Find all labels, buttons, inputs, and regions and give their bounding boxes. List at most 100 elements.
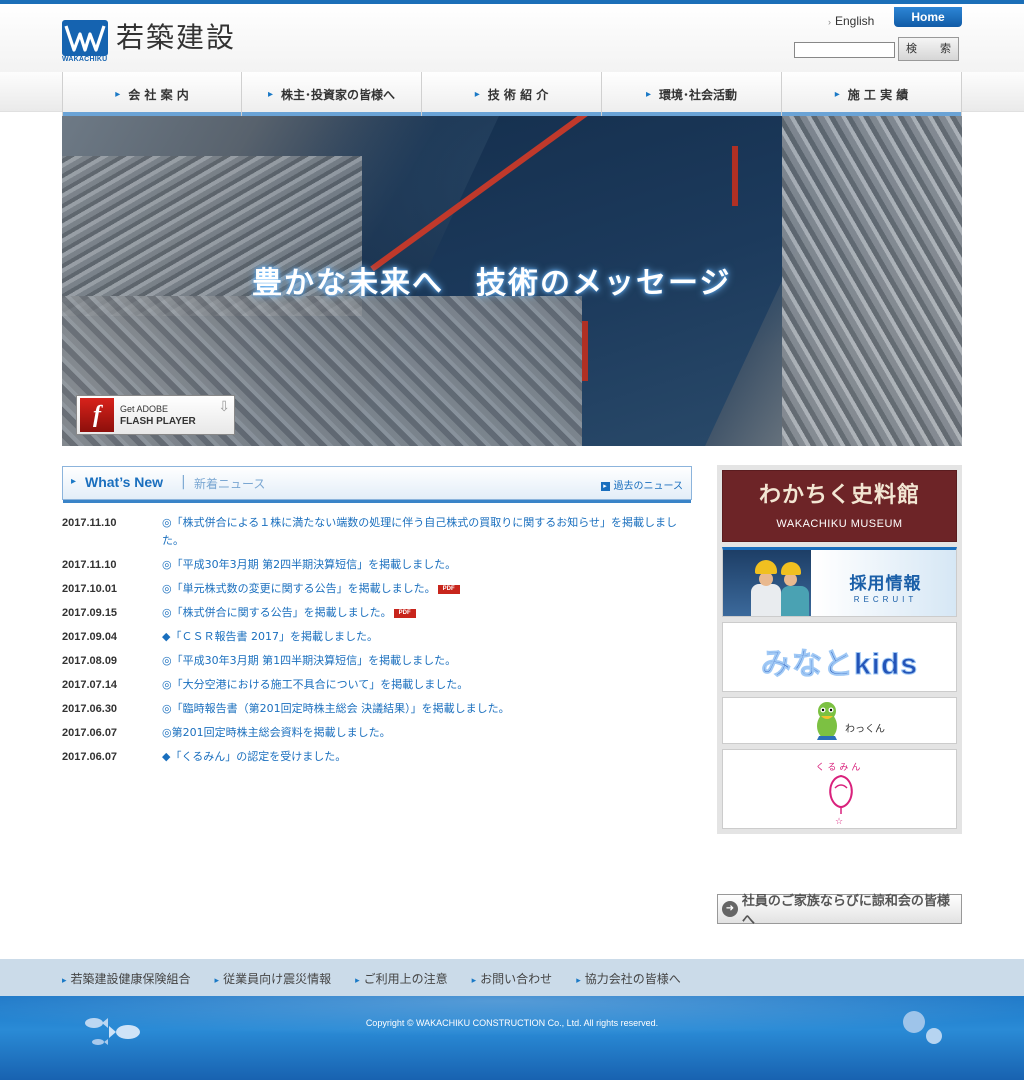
news-item: 2017.06.07 ◆「くるみん」の認定を受けました。 [62, 748, 698, 766]
news-link[interactable]: ◎「株式併合に関する公告」を掲載しました。 [162, 606, 392, 619]
pdf-icon: PDF [437, 584, 460, 594]
footer-link-contact[interactable]: ▸ お問い合わせ [472, 970, 553, 987]
news-link[interactable]: ◎「平成30年3月期 第2四半期決算短信」を掲載しました。 [162, 556, 456, 574]
wakkun-mascot-icon [817, 702, 837, 740]
news-date: 2017.06.07 [62, 751, 118, 763]
news-date: 2017.08.09 [62, 655, 118, 667]
download-arrow-icon: ⇩ [218, 399, 230, 415]
nav-arrow-icon: ▸ [115, 88, 121, 100]
news-date: 2017.07.14 [62, 679, 118, 691]
hero-message: 豊かな未来へ 技術のメッセージ [252, 266, 732, 301]
news-item: 2017.09.04 ◆「ＣＳＲ報告書 2017」を掲載しました。 [62, 628, 698, 646]
news-date: 2017.09.04 [62, 631, 118, 643]
footer-arrow-icon: ▸ [355, 976, 360, 986]
kurumin-banner[interactable]: くるみん ☆ [722, 749, 957, 829]
footer-link-label: お問い合わせ [480, 972, 553, 986]
square-arrow-icon: ▸ [600, 481, 610, 491]
flash-get-label: Get ADOBE [120, 403, 169, 414]
news-date: 2017.06.30 [62, 703, 118, 715]
news-title: What’s New [85, 474, 164, 490]
get-flash-player-button[interactable]: f Get ADOBE FLASH PLAYER ⇩ [76, 395, 235, 435]
wakkun-banner[interactable]: わっくん [722, 697, 957, 744]
news-list: 2017.11.10 ◎「株式併合による１株に満たない端数の処理に伴う自己株式の買… [62, 514, 698, 772]
footer-link-health-insurance[interactable]: ▸ 若築建設健康保険組合 [62, 970, 191, 987]
news-item: 2017.06.07 ◎第201回定時株主総会資料を掲載しました。 [62, 724, 698, 742]
nav-arrow-icon: ▸ [474, 88, 480, 100]
global-nav: ▸ 会 社 案 内 ▸ 株主･投資家の皆様へ ▸ 技 術 紹 介 ▸ 環境･社会活動 ▸… [0, 72, 1024, 116]
fish-icon [903, 1011, 942, 1044]
page: WAKACHIKU 若築建設 › English Home 検 索 ▸ 会 社 案 … [0, 0, 1024, 1080]
news-title-divider: | [181, 474, 186, 490]
header: WAKACHIKU 若築建設 › English Home 検 索 [0, 4, 1024, 72]
footer-arrow-icon: ▸ [471, 976, 477, 986]
hardhat-icon [781, 562, 801, 575]
news-link[interactable]: ◎「株式併合による１株に満たない端数の処理に伴う自己株式の買取りに関するお知らせ… [162, 514, 698, 550]
kurumin-mark-icon: ☆ [829, 774, 853, 827]
copyright: Copyright © WAKACHIKU CONSTRUCTION Co., … [365, 1018, 659, 1028]
search-button[interactable]: 検 索 [898, 37, 959, 61]
logo[interactable]: WAKACHIKU 若築建設 [62, 20, 237, 63]
nav-arrow-icon: ▸ [267, 88, 273, 100]
news-link[interactable]: ◆「くるみん」の認定を受けました。 [162, 748, 346, 766]
recruit-title-en: RECRUIT [853, 595, 918, 604]
nav-company[interactable]: ▸ 会 社 案 内 [62, 72, 242, 116]
news-link[interactable]: ◎「大分空港における施工不具合について」を掲載しました。 [162, 676, 468, 694]
news-link[interactable]: ◎「単元株式数の変更に関する公告」を掲載しました。 [162, 582, 436, 595]
footer-link-earthquake-info[interactable]: ▸ 従業員向け震災情報 [215, 970, 332, 987]
news-item: 2017.06.30 ◎「臨時報告書（第201回定時株主総会 決議結果）」を掲載し… [62, 700, 698, 718]
footer-arrow-icon: ▸ [62, 976, 67, 986]
nav-label: 技 術 紹 介 [487, 87, 549, 102]
news-date: 2017.11.10 [62, 559, 117, 571]
museum-title-jp: わかちく史料館 [758, 482, 920, 508]
news-date: 2017.10.01 [62, 583, 118, 595]
nav-environment[interactable]: ▸ 環境･社会活動 [602, 72, 782, 116]
flash-player-label: FLASH PLAYER [120, 415, 196, 427]
past-news-link[interactable]: ▸ 過去のニュース [600, 477, 683, 492]
logo-mark-icon: WAKACHIKU [62, 20, 108, 63]
recruit-title-jp: 採用情報 [849, 574, 922, 594]
nav-label: 環境･社会活動 [659, 87, 738, 102]
news-date: 2017.06.07 [62, 727, 118, 739]
hardhat-icon [755, 560, 777, 574]
nav-works[interactable]: ▸ 施 工 実 績 [782, 72, 962, 116]
minato-kids-banner[interactable]: みなとkids [722, 622, 957, 692]
footer-link-partners[interactable]: ▸ 協力会社の皆様へ [576, 970, 681, 987]
nav-label: 株主･投資家の皆様へ [281, 87, 396, 102]
footer-arrow-icon: ▸ [214, 976, 220, 986]
arrow-right-circle-icon: ➜ [722, 901, 738, 917]
search-input[interactable] [794, 42, 895, 58]
worker-figure [781, 586, 809, 616]
footer-link-terms[interactable]: ▸ ご利用上の注意 [355, 970, 448, 987]
news-link[interactable]: ◎第201回定時株主総会資料を掲載しました。 [162, 724, 391, 742]
svg-text:☆: ☆ [835, 817, 843, 827]
museum-banner[interactable]: わかちく史料館 WAKACHIKU MUSEUM [722, 470, 957, 542]
footer-arrow-icon: ▸ [576, 976, 581, 986]
minato-kids-logo: みなとkids [760, 648, 919, 682]
news-link[interactable]: ◎「臨時報告書（第201回定時株主総会 決議結果）」を掲載しました。 [162, 700, 510, 718]
wakkun-label: わっくん [845, 724, 885, 735]
news-title-jp: 新着ニュース [194, 477, 266, 491]
logo-subtext: WAKACHIKU [62, 56, 108, 63]
worker-face [759, 572, 773, 586]
arrow-right-icon: › [828, 17, 831, 27]
recruit-photo [723, 550, 811, 616]
news-link[interactable]: ◎「平成30年3月期 第1四半期決算短信」を掲載しました。 [162, 652, 456, 670]
news-item: 2017.11.10 ◎「株式併合による１株に満たない端数の処理に伴う自己株式の買… [62, 514, 698, 550]
logo-wordmark: 若築建設 [116, 21, 237, 54]
news-item: 2017.07.14 ◎「大分空港における施工不具合について」を掲載しました。 [62, 676, 698, 694]
sidebar-banners: わかちく史料館 WAKACHIKU MUSEUM 採用情報 RECRUIT みな… [717, 465, 962, 834]
news-date: 2017.09.15 [62, 607, 118, 619]
nav-technology[interactable]: ▸ 技 術 紹 介 [422, 72, 602, 116]
pdf-icon: PDF [393, 608, 416, 618]
footer-link-label: ご利用上の注意 [363, 972, 448, 986]
home-button[interactable]: Home [894, 7, 962, 27]
recruit-banner[interactable]: 採用情報 RECRUIT [722, 547, 957, 617]
hero-bridge-tower [732, 146, 738, 206]
news-item: 2017.11.10 ◎「平成30年3月期 第2四半期決算短信」を掲載しました。 [62, 556, 698, 574]
nav-arrow-icon: ▸ [834, 88, 840, 100]
news-link[interactable]: ◆「ＣＳＲ報告書 2017」を掲載しました。 [162, 628, 378, 646]
footer-link-label: 協力会社の皆様へ [584, 972, 681, 986]
english-link[interactable]: › English [828, 14, 874, 28]
nav-investors[interactable]: ▸ 株主･投資家の皆様へ [242, 72, 422, 116]
family-members-button[interactable]: ➜ 社員のご家族ならびに諒和会の皆様へ [717, 894, 962, 928]
